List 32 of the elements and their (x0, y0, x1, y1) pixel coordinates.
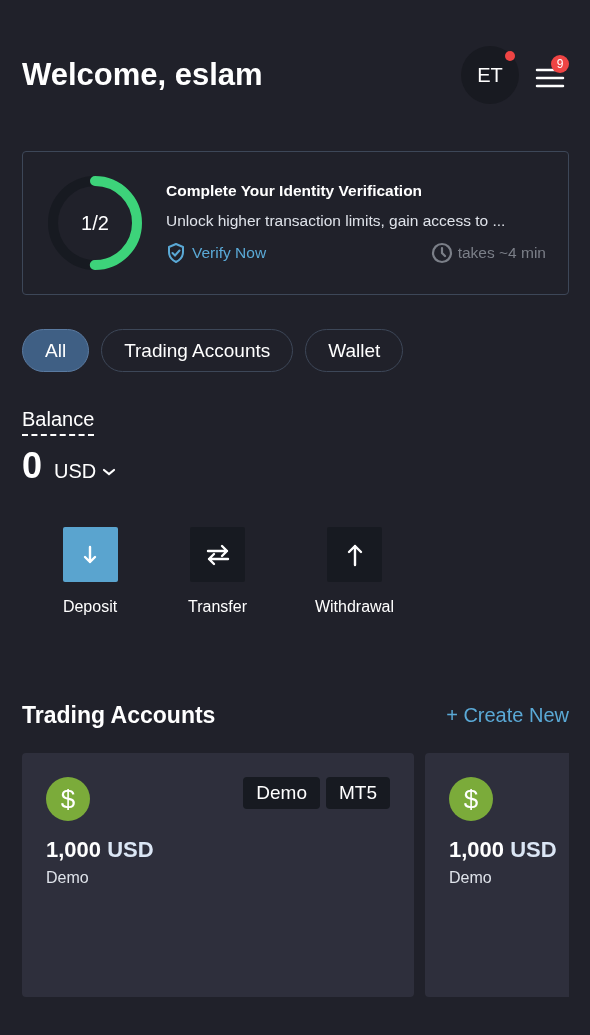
chevron-down-icon (102, 466, 117, 477)
currency-dropdown[interactable]: USD (54, 460, 117, 483)
duration-text: takes ~4 min (457, 244, 546, 262)
account-card[interactable]: $ Demo MT5 1,000 USD Demo (22, 753, 414, 997)
action-button[interactable]: Withdrawal (289, 527, 420, 616)
account-card[interactable]: $ 1,000 USD Demo (425, 753, 569, 997)
account-type: Demo (449, 869, 493, 887)
action-button[interactable]: Deposit (34, 527, 146, 616)
account-balance: 1,000 USD (46, 837, 155, 863)
section-title: Trading Accounts (22, 702, 216, 729)
avatar-button[interactable]: ET (461, 46, 519, 104)
swap-arrows-icon (204, 542, 231, 567)
verification-title: Complete Your Identity Verification (166, 182, 424, 200)
notification-badge: 9 (551, 54, 569, 73)
account-balance: 1,000 USD (449, 837, 558, 863)
verification-description: Unlock higher transaction limits, gain access to ... (166, 212, 507, 230)
account-tag: MT5 (326, 777, 390, 809)
menu-button[interactable]: 9 (535, 54, 569, 96)
progress-label: 1/2 (81, 211, 109, 235)
account-type: Demo (46, 869, 90, 887)
balance-amount: 0 (22, 445, 43, 487)
shield-check-icon (166, 242, 186, 264)
clock-icon (430, 242, 453, 264)
welcome-title: Welcome, eslam (22, 57, 263, 93)
dollar-icon: $ (46, 777, 90, 821)
filter-chip[interactable]: All (22, 329, 90, 372)
dollar-icon: $ (449, 777, 493, 821)
account-tag: Demo (243, 777, 320, 809)
action-button[interactable]: Transfer (152, 527, 283, 616)
balance-label: Balance (22, 408, 95, 436)
create-new-link[interactable]: + Create New (446, 704, 569, 727)
verify-now-link[interactable]: Verify Now (166, 242, 267, 264)
